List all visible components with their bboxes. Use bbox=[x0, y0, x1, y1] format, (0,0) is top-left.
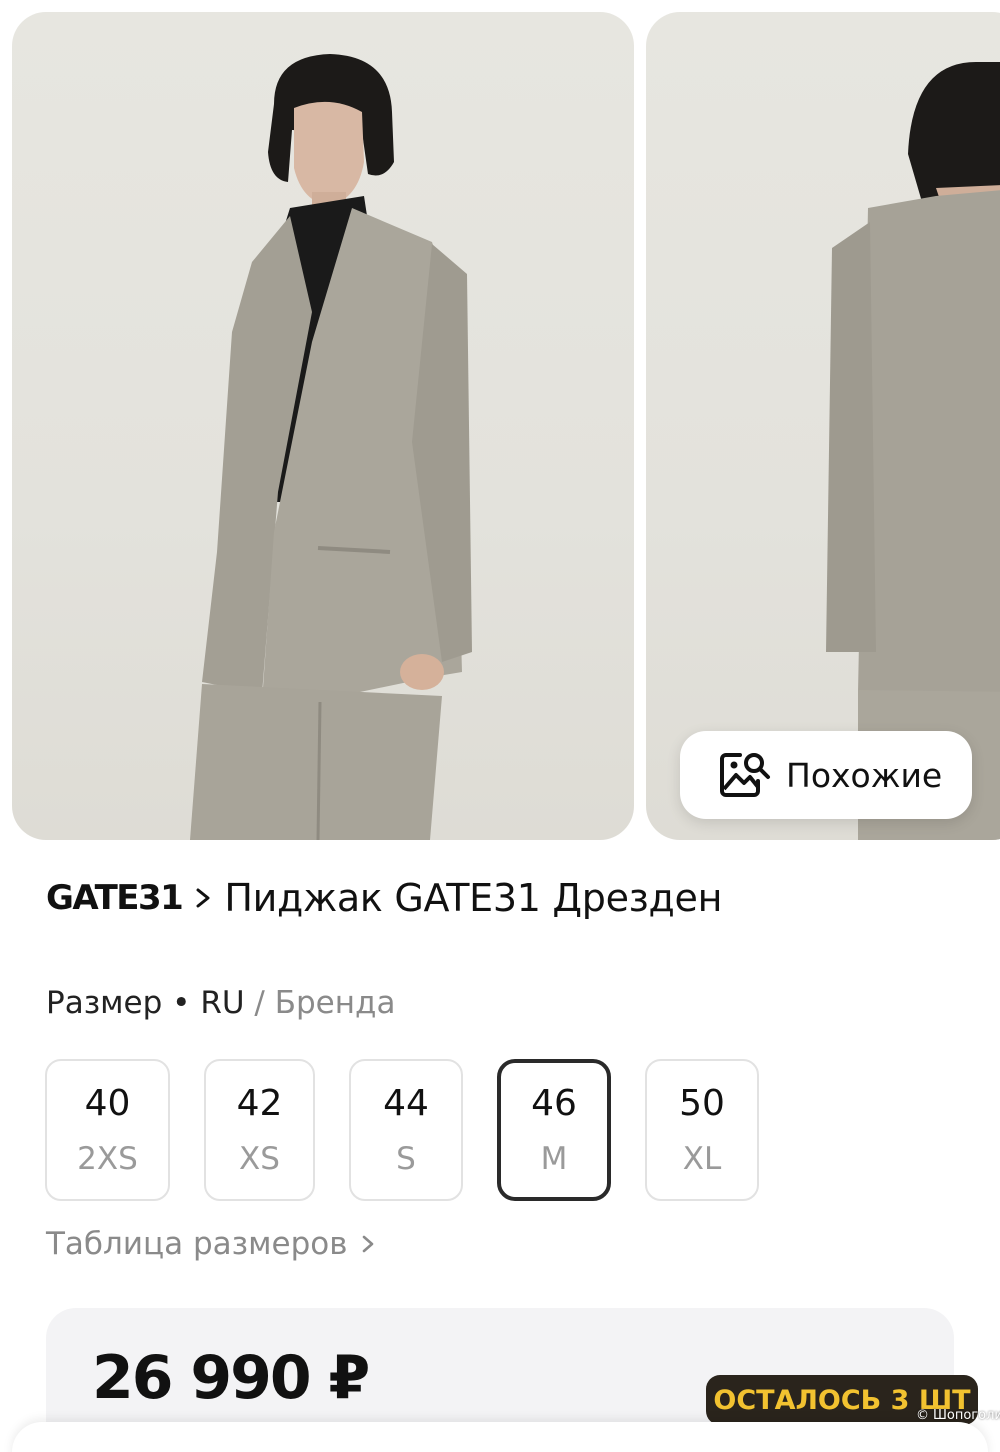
similar-button[interactable]: Похожие bbox=[680, 731, 972, 819]
product-gallery[interactable]: Похожие bbox=[0, 0, 1000, 842]
chevron-right-icon bbox=[362, 1235, 373, 1253]
size-label: Размер bbox=[46, 985, 163, 1021]
model-back-image bbox=[826, 62, 1000, 840]
size-ru-value: 42 bbox=[236, 1083, 283, 1124]
size-option-40[interactable]: 40 2XS bbox=[45, 1059, 170, 1201]
size-ru-value: 40 bbox=[84, 1083, 131, 1124]
size-ru-value: 46 bbox=[531, 1083, 577, 1124]
product-name: Пиджак GATE31 Дрезден bbox=[224, 876, 723, 920]
size-option-44[interactable]: 44 S bbox=[349, 1059, 463, 1201]
price: 26 990 ₽ bbox=[92, 1343, 370, 1413]
size-intl-value: S bbox=[396, 1141, 416, 1177]
size-system-brand[interactable]: Бренда bbox=[275, 985, 396, 1021]
size-intl-value: XS bbox=[239, 1141, 280, 1177]
size-option-42[interactable]: 42 XS bbox=[204, 1059, 315, 1201]
size-system-divider: / bbox=[254, 985, 265, 1021]
size-system-ru[interactable]: RU bbox=[200, 985, 244, 1021]
size-ru-value: 50 bbox=[679, 1083, 725, 1124]
watermark: © Шопоголик bbox=[916, 1408, 1000, 1423]
copyright-symbol: © bbox=[916, 1408, 929, 1423]
product-photo-back[interactable] bbox=[646, 12, 1000, 840]
image-search-icon bbox=[720, 753, 770, 797]
size-table-link[interactable]: Таблица размеров bbox=[46, 1226, 378, 1262]
size-intl-value: M bbox=[540, 1141, 568, 1177]
product-photo-front[interactable] bbox=[12, 12, 634, 840]
size-separator: • bbox=[172, 985, 191, 1021]
size-ru-value: 44 bbox=[383, 1083, 429, 1124]
size-option-50[interactable]: 50 XL bbox=[645, 1059, 759, 1201]
size-intl-value: XL bbox=[682, 1141, 722, 1177]
similar-label: Похожие bbox=[786, 755, 943, 795]
size-option-46-selected[interactable]: 46 M bbox=[497, 1059, 611, 1201]
brand-link[interactable]: GATE31 bbox=[46, 878, 184, 918]
size-header: Размер • RU / Бренда bbox=[46, 985, 395, 1021]
product-title: GATE31 Пиджак GATE31 Дрезден bbox=[46, 876, 722, 920]
size-intl-value: 2XS bbox=[77, 1141, 138, 1177]
watermark-text: Шопоголик bbox=[933, 1408, 1000, 1423]
model-front-image bbox=[190, 54, 472, 840]
size-table-label: Таблица размеров bbox=[46, 1226, 348, 1262]
chevron-right-icon bbox=[196, 888, 210, 908]
bottom-sheet bbox=[12, 1422, 988, 1452]
